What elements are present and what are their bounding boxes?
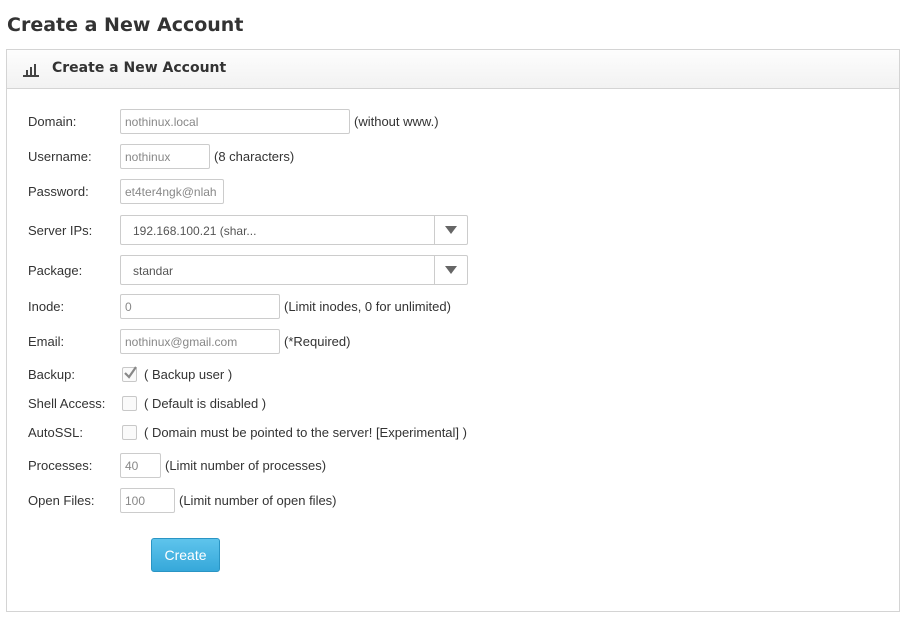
email-row: Email: (*Required) — [28, 329, 350, 354]
server-ips-selected: 192.168.100.21 (shar... — [133, 224, 257, 238]
username-hint: (8 characters) — [214, 149, 295, 164]
shell-access-checkbox[interactable] — [122, 396, 137, 411]
page-title: Create a New Account — [7, 14, 244, 36]
autossl-checkbox[interactable] — [122, 425, 137, 440]
server-ips-select[interactable]: 192.168.100.21 (shar... — [120, 215, 468, 245]
backup-label: Backup: — [28, 367, 75, 382]
server-ips-label: Server IPs: — [28, 222, 93, 238]
dropdown-arrow-icon[interactable] — [434, 216, 467, 244]
password-label: Password: — [28, 184, 89, 199]
email-hint: (*Required) — [284, 334, 351, 349]
panel-title: Create a New Account — [52, 60, 227, 76]
processes-row: Processes: (Limit number of processes) — [28, 453, 326, 478]
username-label: Username: — [28, 149, 92, 164]
open-files-input[interactable] — [120, 488, 175, 513]
create-button[interactable]: Create — [151, 538, 220, 572]
backup-hint: ( Backup user ) — [144, 367, 233, 382]
shell-access-row: Shell Access: ( Default is disabled ) — [28, 396, 266, 411]
domain-row: Domain: (without www.) — [28, 109, 439, 134]
package-selected: standar — [133, 264, 174, 278]
open-files-row: Open Files: (Limit number of open files) — [28, 488, 337, 513]
create-account-panel: Create a New Account Domain: (without ww… — [6, 49, 900, 612]
password-input[interactable] — [120, 179, 224, 204]
backup-checkbox[interactable] — [122, 366, 137, 382]
open-files-hint: (Limit number of open files) — [179, 493, 337, 508]
processes-label: Processes: — [28, 458, 93, 473]
autossl-label: AutoSSL: — [28, 425, 83, 440]
inode-input[interactable] — [120, 294, 280, 319]
shell-access-hint: ( Default is disabled ) — [144, 396, 267, 411]
panel-header: Create a New Account — [7, 50, 899, 89]
shell-access-label: Shell Access: — [28, 396, 106, 411]
dropdown-arrow-icon[interactable] — [434, 256, 467, 284]
domain-hint: (without www.) — [354, 114, 439, 129]
domain-input[interactable] — [120, 109, 350, 134]
inode-row: Inode: (Limit inodes, 0 for unlimited) — [28, 294, 451, 319]
checkmark-icon — [124, 366, 137, 379]
username-row: Username: (8 characters) — [28, 144, 294, 169]
autossl-row: AutoSSL: ( Domain must be pointed to the… — [28, 425, 467, 440]
username-input[interactable] — [120, 144, 210, 169]
open-files-label: Open Files: — [28, 493, 95, 508]
package-row: Package: standar — [28, 255, 468, 285]
backup-row: Backup: ( Backup user ) — [28, 366, 233, 382]
autossl-hint: ( Domain must be pointed to the server! … — [144, 425, 467, 440]
email-label: Email: — [28, 334, 65, 349]
inode-hint: (Limit inodes, 0 for unlimited) — [284, 299, 451, 314]
package-label: Package: — [28, 262, 83, 278]
processes-input[interactable] — [120, 453, 161, 478]
processes-hint: (Limit number of processes) — [165, 458, 327, 473]
server-ips-row: Server IPs: 192.168.100.21 (shar... — [28, 215, 468, 245]
inode-label: Inode: — [28, 299, 65, 314]
bar-chart-icon — [23, 64, 39, 77]
package-select[interactable]: standar — [120, 255, 468, 285]
password-row: Password: — [28, 179, 224, 204]
domain-label: Domain: — [28, 114, 77, 129]
email-input[interactable] — [120, 329, 280, 354]
